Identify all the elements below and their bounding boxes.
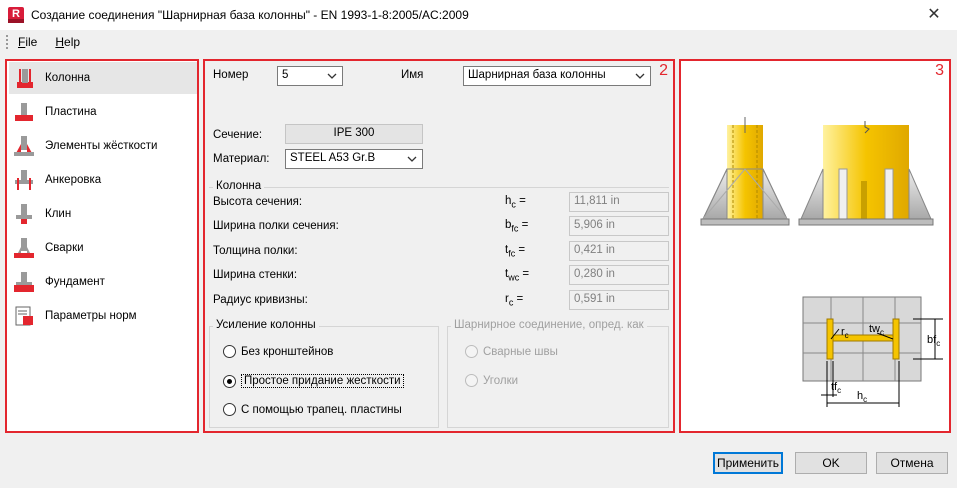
tfc-label: tfc: [831, 381, 841, 395]
nav-item-label: Сварки: [45, 242, 84, 254]
chevron-down-icon: [327, 73, 337, 79]
title-bar: R Создание соединения "Шарнирная база ко…: [0, 0, 957, 30]
property-symbol: hc =: [505, 195, 526, 210]
height-field[interactable]: 11,811 in: [569, 192, 669, 212]
nav-item-label: Клин: [45, 208, 72, 220]
nav-item-stiffeners[interactable]: Элементы жёсткости: [9, 130, 197, 162]
menu-help[interactable]: Help: [55, 35, 80, 49]
welds-icon: [13, 237, 35, 259]
close-icon[interactable]: ✕: [911, 0, 957, 30]
property-label: Радиус кривизны:: [213, 294, 308, 306]
wedge-icon: [13, 203, 35, 225]
menu-file[interactable]: File: [18, 35, 37, 49]
nav-item-label: Пластина: [45, 106, 97, 118]
menu-bar: File Help: [0, 31, 957, 53]
flange-thickness-field[interactable]: 0,421 in: [569, 241, 669, 261]
section-label: Сечение:: [213, 129, 263, 141]
column-icon: [13, 67, 35, 89]
apply-button[interactable]: Применить: [713, 452, 783, 474]
property-symbol: tfc =: [505, 244, 526, 259]
property-symbol: bfc =: [505, 219, 529, 234]
name-select[interactable]: Шарнирная база колонны: [463, 66, 651, 86]
property-symbol: twc =: [505, 268, 530, 283]
radius-field[interactable]: 0,591 in: [569, 290, 669, 310]
panel-number-2: 2: [659, 62, 668, 79]
nav-item-plate[interactable]: Пластина: [9, 96, 197, 128]
plate-icon: [13, 101, 35, 123]
navigation-panel: 1 Колонна Пластина Элементы жёсткости Ан…: [5, 59, 199, 433]
number-select[interactable]: 5: [277, 66, 343, 86]
property-label: Толщина полки:: [213, 245, 298, 257]
nav-item-foundation[interactable]: Фундамент: [9, 266, 197, 298]
radio-button[interactable]: [223, 374, 236, 388]
code-parameters-icon: [13, 305, 35, 327]
toolbar-grip[interactable]: [6, 35, 10, 49]
bfc-label: bfc: [927, 334, 940, 348]
radio-button[interactable]: [223, 345, 236, 358]
window-title: Создание соединения "Шарнирная база коло…: [31, 8, 469, 22]
radio-button: [465, 374, 478, 387]
radio-simple-stiffening[interactable]: Простое придание жесткости: [223, 374, 404, 388]
pinned-group-title: Шарнирное соединение, опред. как: [451, 319, 647, 331]
number-label: Номер: [213, 69, 249, 81]
column-group-title: Колонна: [213, 180, 265, 192]
nav-item-code-parameters[interactable]: Параметры норм: [9, 300, 197, 332]
front-view-drawing: [798, 121, 934, 226]
hc-label: hc: [857, 390, 867, 404]
column-group-line: [209, 187, 669, 188]
side-view-drawing: [700, 117, 790, 226]
material-label: Материал:: [213, 153, 270, 165]
parameters-panel: 2 Номер 5 Имя Шарнирная база колонны Сеч…: [203, 59, 675, 433]
nav-item-label: Анкеровка: [45, 174, 102, 186]
foundation-icon: [13, 271, 35, 293]
property-label: Высота сечения:: [213, 196, 303, 208]
radio-button: [465, 345, 478, 358]
radio-angles: Уголки: [465, 374, 518, 387]
nav-item-column[interactable]: Колонна: [9, 62, 197, 94]
name-label: Имя: [401, 69, 424, 81]
property-label: Ширина полки сечения:: [213, 220, 339, 232]
nav-item-wedge[interactable]: Клин: [9, 198, 197, 230]
nav-item-label: Фундамент: [45, 276, 105, 288]
radio-welds: Сварные швы: [465, 345, 558, 358]
material-select[interactable]: STEEL A53 Gr.B: [285, 149, 423, 169]
property-label: Ширина стенки:: [213, 269, 298, 281]
cancel-button[interactable]: Отмена: [876, 452, 948, 474]
nav-item-welds[interactable]: Сварки: [9, 232, 197, 264]
preview-panel: 3 rc twc bfc tfc hc: [679, 59, 951, 433]
connection-drawing: rc twc bfc tfc hc: [700, 117, 943, 407]
nav-item-label: Колонна: [45, 72, 91, 84]
property-symbol: rc =: [505, 293, 524, 308]
plan-view-drawing: rc twc bfc tfc hc: [802, 296, 943, 407]
reinforcement-group-title: Усиление колонны: [213, 319, 319, 331]
nav-item-label: Элементы жёсткости: [45, 140, 158, 152]
section-button[interactable]: IPE 300: [285, 124, 423, 144]
nav-item-label: Параметры норм: [45, 310, 137, 322]
nav-item-anchorage[interactable]: Анкеровка: [9, 164, 197, 196]
flange-width-field[interactable]: 5,906 in: [569, 216, 669, 236]
chevron-down-icon: [635, 73, 645, 79]
radio-trapezoid-plate[interactable]: С помощью трапец. пластины: [223, 403, 402, 416]
radio-no-brackets[interactable]: Без кронштейнов: [223, 345, 333, 358]
chevron-down-icon: [407, 156, 417, 162]
app-icon: R: [8, 7, 24, 23]
ok-button[interactable]: OK: [795, 452, 867, 474]
anchorage-icon: [13, 169, 35, 191]
web-thickness-field[interactable]: 0,280 in: [569, 265, 669, 285]
stiffeners-icon: [13, 135, 35, 157]
radio-button[interactable]: [223, 403, 236, 416]
